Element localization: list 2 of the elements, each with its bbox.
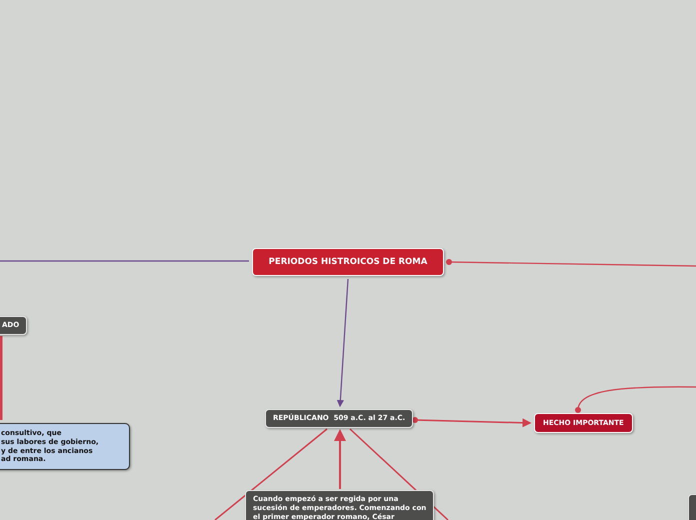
- connector-line: [334, 429, 346, 489]
- central-topic[interactable]: PERIODOS HISTROICOS DE ROMA: [252, 248, 444, 276]
